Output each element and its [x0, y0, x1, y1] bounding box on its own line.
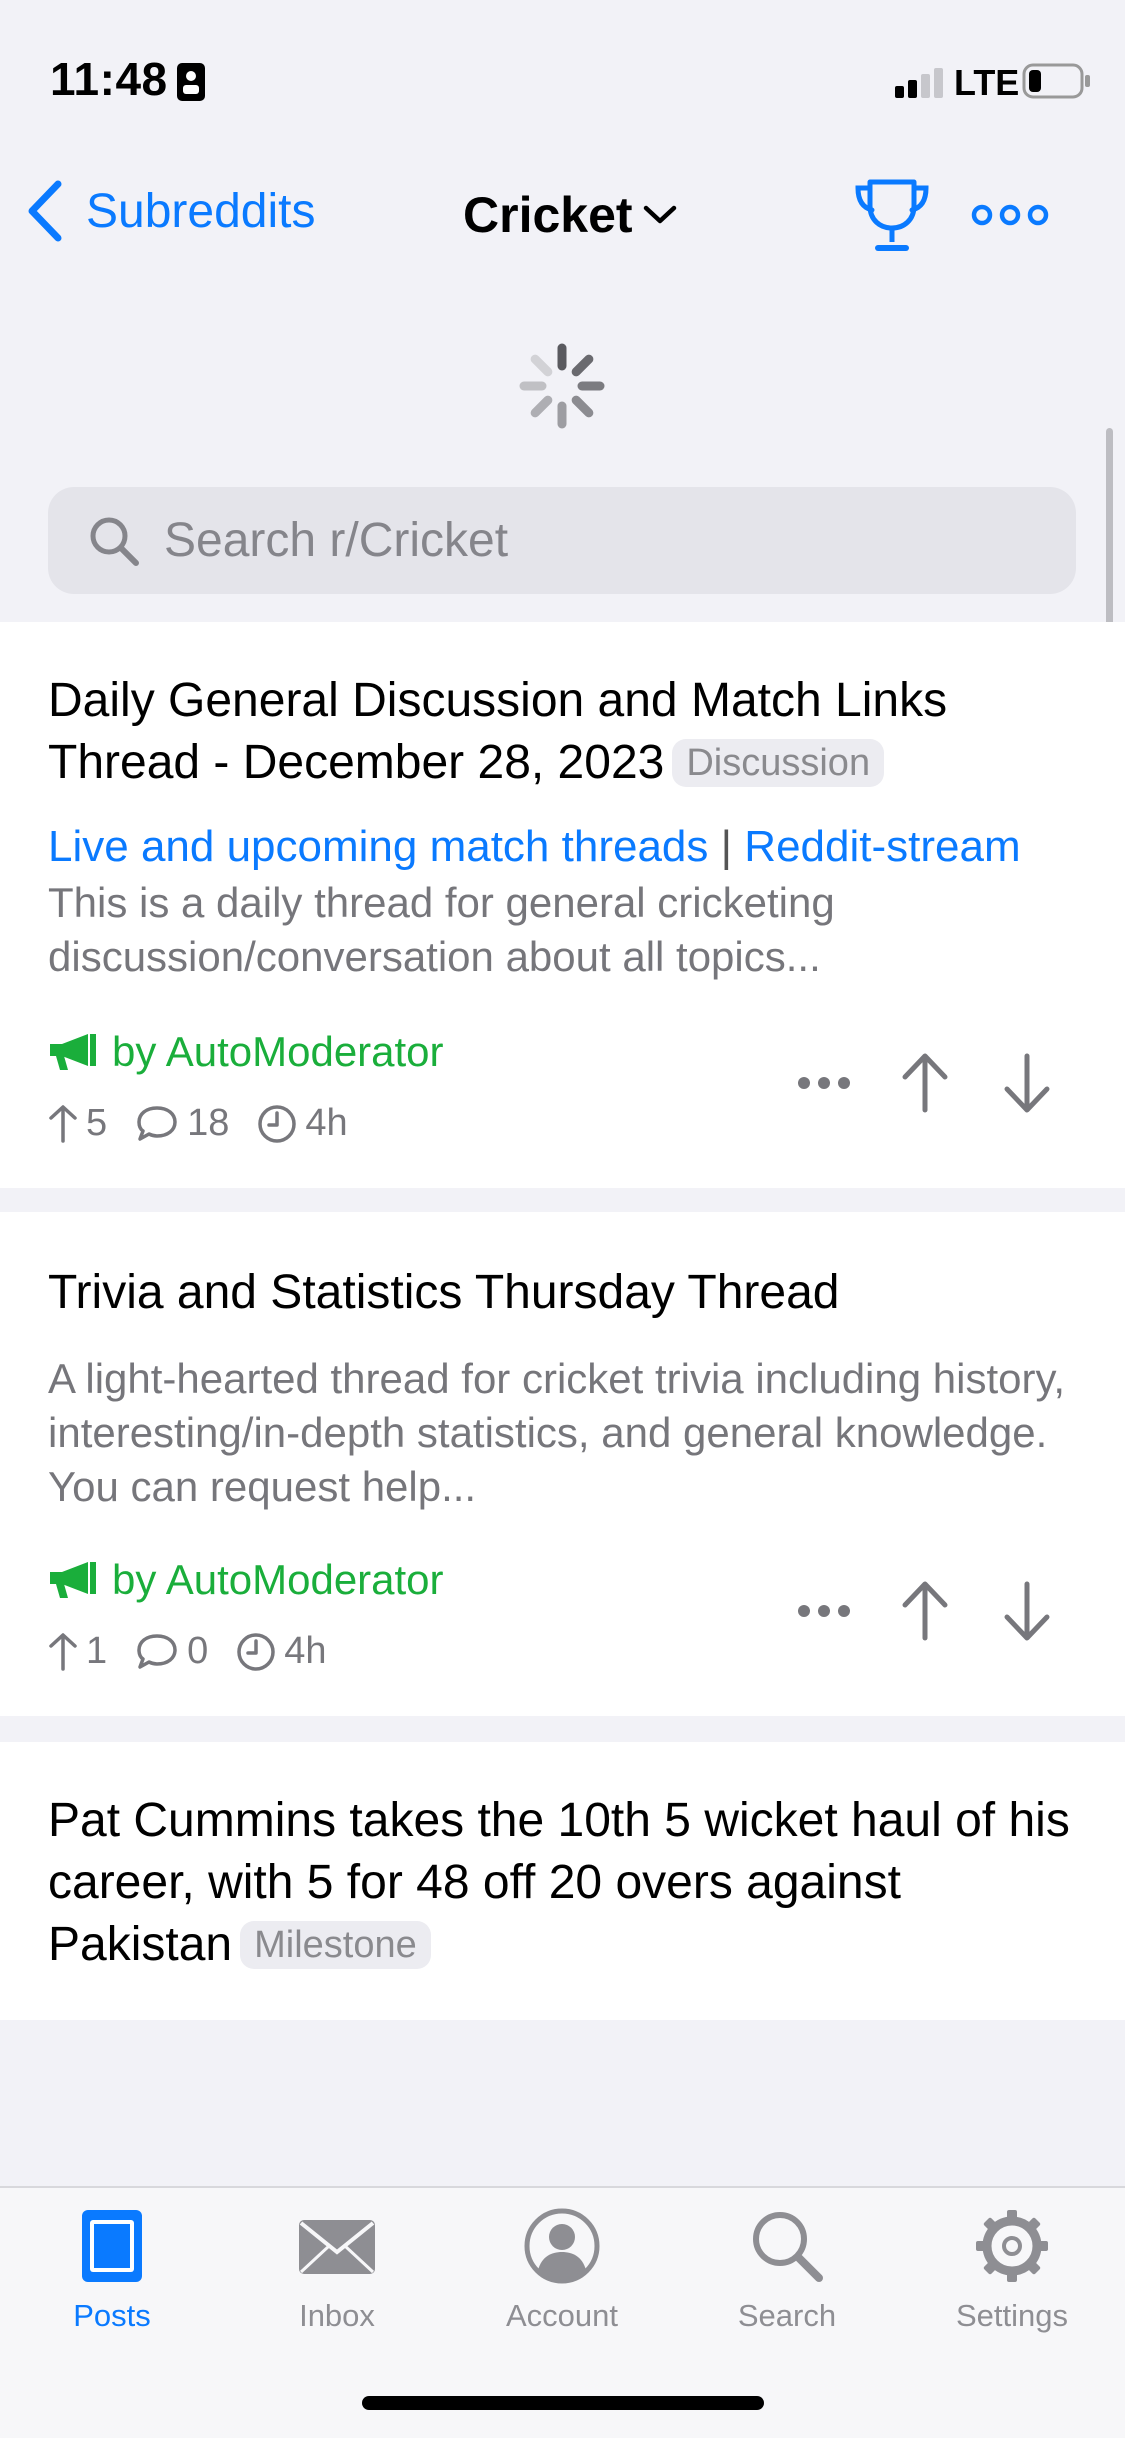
- post-title: Trivia and Statistics Thursday Thread: [48, 1266, 840, 1319]
- post-body: This is a daily thread for general crick…: [48, 879, 835, 980]
- post-body: A light-hearted thread for cricket trivi…: [48, 1355, 1066, 1510]
- clock-icon: [258, 1104, 297, 1143]
- author-name: by AutoModerator: [112, 1556, 444, 1603]
- downvote-icon[interactable]: [1002, 1052, 1052, 1114]
- network-label: LTE: [954, 62, 1020, 103]
- upvote-count-icon: [49, 1104, 77, 1143]
- tab-search[interactable]: Search: [697, 2208, 877, 2334]
- megaphone-icon: [50, 1034, 96, 1070]
- upvote-icon[interactable]: [900, 1580, 950, 1642]
- post-card[interactable]: Pat Cummins takes the 10th 5 wicket haul…: [0, 1742, 1125, 2020]
- flair-badge: Milestone: [240, 1921, 431, 1969]
- chevron-down-icon: [643, 205, 676, 224]
- downvote-icon[interactable]: [1002, 1580, 1052, 1642]
- post-title: Daily General Discussion and Match Links…: [48, 674, 948, 789]
- author-name: by AutoModerator: [112, 1028, 444, 1075]
- inbox-icon: [299, 2220, 375, 2274]
- signal-icon: [895, 68, 943, 98]
- tab-posts[interactable]: Posts: [22, 2208, 202, 2334]
- comment-icon: [137, 1105, 177, 1141]
- home-indicator[interactable]: [362, 2396, 764, 2410]
- tab-account[interactable]: Account: [472, 2208, 652, 2334]
- portrait-lock-icon: [177, 63, 205, 101]
- link-reddit-stream[interactable]: Reddit-stream: [744, 822, 1020, 871]
- trophy-icon[interactable]: [852, 176, 932, 254]
- megaphone-icon: [50, 1562, 96, 1598]
- search-input[interactable]: [162, 512, 1066, 569]
- link-match-threads[interactable]: Live and upcoming match threads: [48, 822, 708, 871]
- tab-label: Account: [505, 2298, 618, 2333]
- magnifier-icon: [90, 517, 139, 566]
- post-actions: [796, 1580, 1052, 1642]
- search-icon: [753, 2212, 823, 2282]
- post-age: 4h: [305, 1102, 348, 1144]
- more-icon[interactable]: [796, 1075, 852, 1091]
- clock-icon: [237, 1632, 276, 1671]
- post-meta: 5 18 4h: [48, 1102, 366, 1145]
- battery-icon: [1022, 63, 1090, 99]
- upvote-count: 1: [86, 1630, 108, 1672]
- post-author[interactable]: by AutoModerator: [48, 1028, 444, 1076]
- post-actions: [796, 1052, 1052, 1114]
- flair-badge: Discussion: [672, 739, 885, 787]
- post-links: Live and upcoming match threads | Reddit…: [48, 822, 1021, 872]
- more-icon[interactable]: [796, 1603, 852, 1619]
- status-time: 11:48: [50, 53, 168, 105]
- upvote-count: 5: [86, 1102, 108, 1144]
- posts-icon: [82, 2210, 142, 2282]
- post-age: 4h: [284, 1630, 327, 1672]
- post-meta: 1 0 4h: [48, 1630, 345, 1673]
- post-card[interactable]: Trivia and Statistics Thursday Thread A …: [0, 1212, 1125, 1716]
- post-title: Pat Cummins takes the 10th 5 wicket haul…: [48, 1794, 1070, 1971]
- tab-label: Search: [737, 2298, 837, 2333]
- comment-count: 18: [187, 1102, 230, 1144]
- account-icon: [524, 2208, 600, 2284]
- tab-label: Settings: [955, 2298, 1068, 2333]
- back-button[interactable]: Subreddits: [24, 180, 315, 242]
- upvote-icon[interactable]: [900, 1052, 950, 1114]
- back-label: Subreddits: [86, 184, 316, 238]
- page-title: Cricket: [463, 187, 633, 243]
- tab-label: Inbox: [299, 2298, 375, 2333]
- tab-label: Posts: [73, 2298, 151, 2333]
- comment-count: 0: [187, 1630, 209, 1672]
- tab-inbox[interactable]: Inbox: [247, 2208, 427, 2334]
- gear-icon: [976, 2210, 1048, 2282]
- more-options-icon[interactable]: [970, 202, 1050, 228]
- upvote-count-icon: [49, 1632, 77, 1671]
- subreddit-title-menu[interactable]: Cricket: [463, 186, 677, 244]
- loading-spinner-icon: [519, 343, 605, 429]
- link-separator: |: [720, 822, 733, 871]
- tab-settings[interactable]: Settings: [922, 2208, 1102, 2334]
- post-card[interactable]: Daily General Discussion and Match Links…: [0, 622, 1125, 1188]
- chevron-left-icon: [28, 180, 62, 242]
- comment-icon: [137, 1633, 177, 1669]
- search-bar[interactable]: [48, 487, 1076, 594]
- post-author[interactable]: by AutoModerator: [48, 1556, 444, 1604]
